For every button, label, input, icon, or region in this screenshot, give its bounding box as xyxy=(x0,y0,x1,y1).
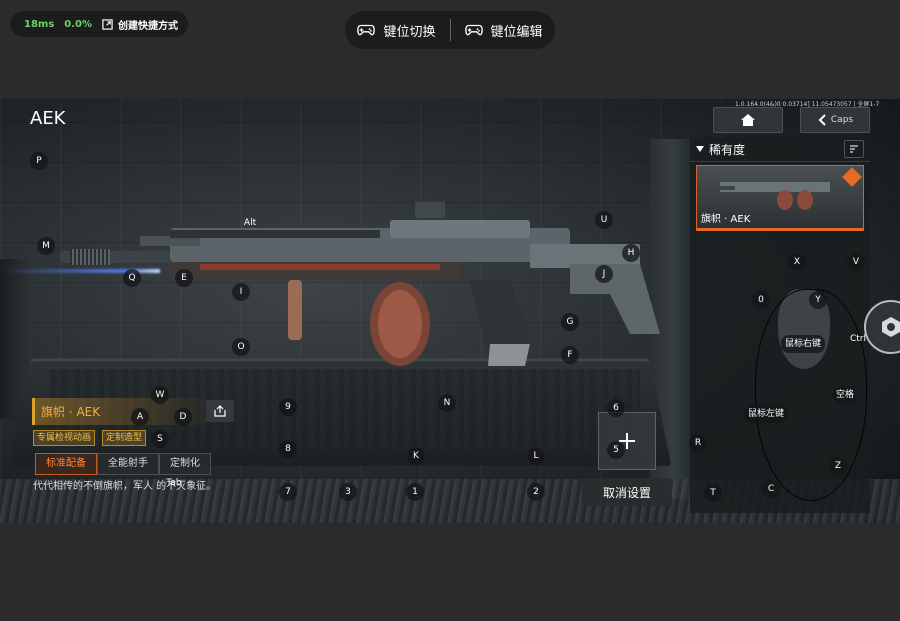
sort-button[interactable] xyxy=(844,140,864,158)
create-shortcut-button[interactable]: 创建快捷方式 xyxy=(102,17,178,32)
key-n[interactable]: N xyxy=(438,394,456,412)
key-tab[interactable]: Tab xyxy=(163,474,184,492)
rarity-header[interactable]: 稀有度 xyxy=(690,137,870,162)
key-e[interactable]: E xyxy=(175,269,193,287)
key-space[interactable]: 空格 xyxy=(832,386,858,404)
key-j[interactable]: J xyxy=(595,265,613,283)
gamepad-icon xyxy=(464,24,483,36)
key-switch-button[interactable]: 键位切换 xyxy=(357,21,436,40)
key-s[interactable]: S xyxy=(151,430,169,448)
key-5[interactable]: 5 xyxy=(607,441,625,459)
back-arrow-icon xyxy=(818,114,826,126)
sort-icon xyxy=(850,145,858,153)
tag-inspect-animation: 专属检视动画 xyxy=(33,430,96,446)
key-k[interactable]: K xyxy=(407,447,425,465)
skin-card[interactable]: 旗帜 · AEK xyxy=(696,165,864,231)
key-1[interactable]: 1 xyxy=(406,483,424,501)
key-g[interactable]: G xyxy=(561,313,579,331)
game-viewport[interactable]: AEK 1.0.164.0(4&)0 0.03714] 11.05473057 … xyxy=(0,99,900,523)
nut-icon xyxy=(882,317,900,337)
key-o[interactable]: O xyxy=(232,338,250,356)
loadout-tabs: 标准配备 全能射手 定制化 xyxy=(35,453,211,475)
key-9[interactable]: 9 xyxy=(279,398,297,416)
key-mode-toolbar: 键位切换 键位编辑 xyxy=(345,11,555,49)
key-d[interactable]: D xyxy=(174,408,192,426)
key-2[interactable]: 2 xyxy=(527,483,545,501)
key-f[interactable]: F xyxy=(561,346,579,364)
key-t[interactable]: T xyxy=(704,484,722,502)
key-r[interactable]: R xyxy=(689,434,707,452)
key-u[interactable]: U xyxy=(595,211,613,229)
skin-thumbnail xyxy=(705,182,830,210)
key-7[interactable]: 7 xyxy=(279,483,297,501)
key-w[interactable]: W xyxy=(151,386,169,404)
key-switch-label: 键位切换 xyxy=(383,24,436,40)
key-6[interactable]: 6 xyxy=(607,399,625,417)
performance-bar: 18ms 0.0% 创建快捷方式 xyxy=(10,11,189,37)
skin-card-label: 旗帜 · AEK xyxy=(701,214,751,225)
key-i[interactable]: I xyxy=(232,283,250,301)
add-button[interactable] xyxy=(598,412,656,470)
key-m[interactable]: M xyxy=(37,237,55,255)
key-h[interactable]: H xyxy=(622,244,640,262)
key-c[interactable]: C xyxy=(762,480,780,498)
key-right-click[interactable]: 鼠标右键 xyxy=(780,335,826,353)
key-q[interactable]: Q xyxy=(123,269,141,287)
tag-custom-style: 定制造型 xyxy=(102,430,147,446)
key-edit-button[interactable]: 键位编辑 xyxy=(464,21,543,40)
home-icon xyxy=(741,114,755,126)
tab-standard[interactable]: 标准配备 xyxy=(35,453,97,475)
rarity-label: 稀有度 xyxy=(709,142,746,157)
share-button[interactable] xyxy=(206,400,234,422)
key-ctrl[interactable]: Ctrl xyxy=(847,330,869,348)
gamepad-icon xyxy=(357,24,376,36)
key-0[interactable]: 0 xyxy=(752,291,770,309)
share-icon xyxy=(214,405,226,417)
toolbar-divider xyxy=(449,19,451,41)
shortcut-icon xyxy=(102,18,113,30)
key-edit-label: 键位编辑 xyxy=(490,24,543,40)
caps-key-label: Caps xyxy=(830,115,854,125)
key-x[interactable]: X xyxy=(788,253,806,271)
key-p[interactable]: P xyxy=(30,152,48,170)
caret-down-icon xyxy=(696,146,704,152)
weapon-title: AEK xyxy=(30,108,66,129)
cancel-setting-button[interactable]: 取消设置 xyxy=(582,478,672,506)
latency-text: 18ms xyxy=(24,18,55,30)
tab-all-round[interactable]: 全能射手 xyxy=(97,453,159,475)
key-8[interactable]: 8 xyxy=(279,440,297,458)
key-l[interactable]: L xyxy=(527,447,545,465)
key-a[interactable]: A xyxy=(131,408,149,426)
key-3[interactable]: 3 xyxy=(339,483,357,501)
packet-loss-text: 0.0% xyxy=(64,18,93,30)
create-shortcut-label: 创建快捷方式 xyxy=(118,20,179,32)
weapon-description: 代代相传的不倒旗帜，军人 的不灭象征。 xyxy=(33,481,217,492)
tab-customize[interactable]: 定制化 xyxy=(159,453,211,475)
home-button[interactable] xyxy=(713,107,783,133)
back-button[interactable]: Caps xyxy=(800,107,870,133)
key-left-click[interactable]: 鼠标左键 xyxy=(743,405,789,423)
key-z[interactable]: Z xyxy=(829,457,847,475)
key-v[interactable]: V xyxy=(847,253,865,271)
key-y[interactable]: Y xyxy=(809,291,827,309)
